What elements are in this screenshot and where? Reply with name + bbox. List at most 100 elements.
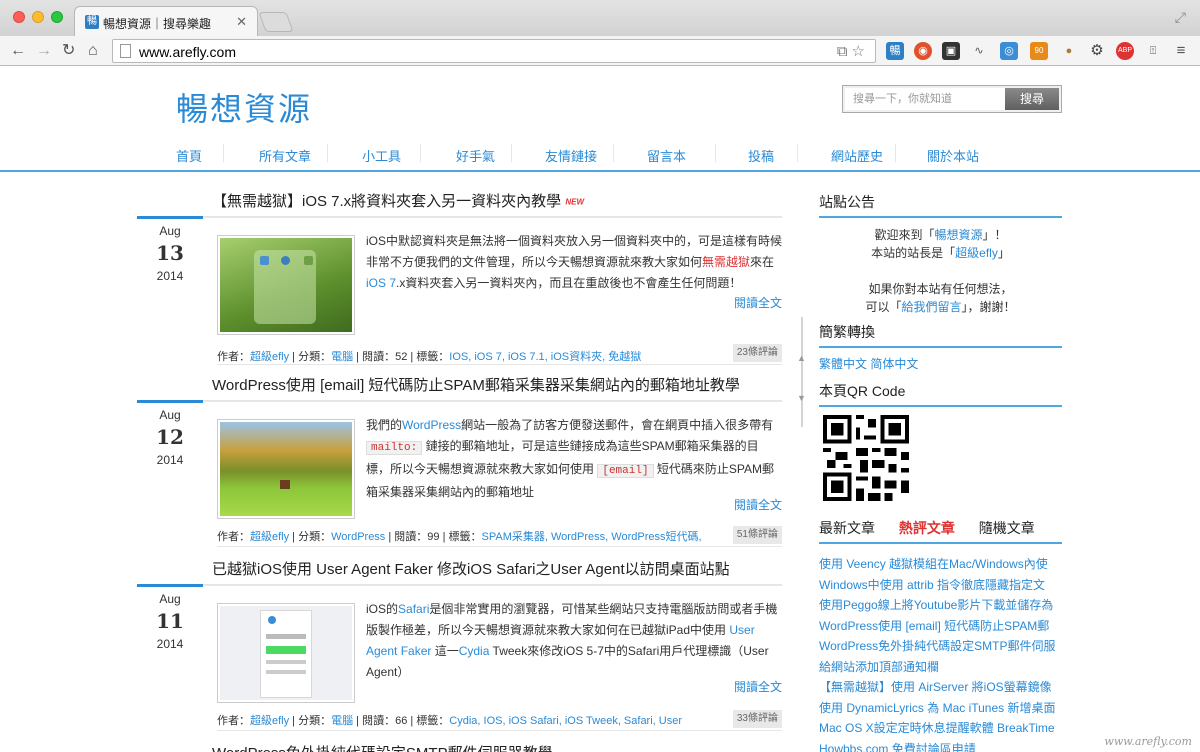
scroll-down-icon[interactable]: ▼: [797, 393, 806, 403]
tags-links[interactable]: IOS, iOS 7, iOS 7.1, iOS資料夾, 免越獄: [449, 351, 641, 363]
post-title[interactable]: 已越獄iOS使用 User Agent Faker 修改iOS Safari之U…: [212, 558, 730, 579]
notice-site-link[interactable]: 暢想資源: [934, 228, 982, 242]
post-title[interactable]: WordPress免外掛純代碼設定SMTP郵件伺服器教學: [212, 742, 553, 752]
comment-count[interactable]: 33條評論: [732, 710, 782, 728]
recent-post-link[interactable]: Howbbs.com 免費討論區申請: [819, 739, 1062, 752]
tag-link[interactable]: iOS 7: [366, 276, 396, 290]
cookie-icon[interactable]: ●: [1060, 42, 1078, 60]
gear-icon[interactable]: ⚙: [1088, 42, 1106, 60]
extension-blue-icon[interactable]: ◎: [1000, 42, 1018, 60]
forward-arrow-icon[interactable]: →: [36, 41, 52, 61]
notice-title: 站點公告: [819, 192, 1062, 218]
recent-post-link[interactable]: 使用Peggo線上將Youtube影片下載並儲存為: [819, 595, 1062, 616]
notice-body: 歡迎來到「暢想資源」！ 本站的站長是「超級efly」 如果你對本站有任何想法， …: [865, 228, 1016, 314]
bookmark-star-icon[interactable]: ☆: [852, 43, 869, 60]
url-text[interactable]: www.arefly.com: [139, 44, 236, 60]
post-thumbnail[interactable]: [217, 603, 355, 703]
download-icon[interactable]: ⍐: [1144, 42, 1162, 60]
back-arrow-icon[interactable]: ←: [10, 41, 26, 61]
post-thumbnail[interactable]: [217, 235, 355, 335]
tag-link[interactable]: WordPress: [402, 418, 461, 432]
author-link[interactable]: 超級efly: [250, 351, 289, 363]
nav-lucky[interactable]: 好手氣: [456, 146, 495, 165]
extension-red-circle-icon[interactable]: ◉: [914, 42, 932, 60]
tag-link[interactable]: 無需越獄: [702, 255, 750, 269]
post-meta: 作者：超級efly | 分類：電腦 | 閱讀：66 | 標籤：Cydia, IO…: [217, 715, 683, 727]
qr-code-image: [823, 415, 909, 501]
comment-count[interactable]: 51條評論: [732, 526, 782, 544]
nav-home[interactable]: 首頁: [176, 146, 202, 165]
recent-post-link[interactable]: 使用 Veency 越獄模組在Mac/Windows內使: [819, 554, 1062, 575]
browser-tabbar: 暢 暢想資源｜搜尋樂趣 ✕ ⤢: [0, 0, 1200, 36]
extension-color-icon[interactable]: ▣: [942, 42, 960, 60]
site-logo[interactable]: 暢想資源: [176, 84, 312, 130]
nav-about[interactable]: 關於本站: [927, 146, 979, 165]
post-title[interactable]: 【無需越獄】iOS 7.x將資料夾套入另一資料夾內教學 NEW: [212, 190, 584, 211]
read-more-link[interactable]: 閱讀全文: [734, 678, 782, 695]
new-tab-button[interactable]: [258, 12, 294, 32]
site-favicon-icon: 暢: [85, 15, 99, 29]
author-link[interactable]: 超級efly: [250, 531, 289, 543]
tag-link[interactable]: Safari: [398, 602, 429, 616]
comment-count[interactable]: 23條評論: [732, 344, 782, 362]
post-title[interactable]: WordPress使用 [email] 短代碼防止SPAM郵箱采集器采集網站內的…: [212, 374, 740, 395]
tab-close-icon[interactable]: ✕: [236, 14, 247, 30]
author-link[interactable]: 超級efly: [250, 715, 289, 727]
reload-icon[interactable]: ↻: [62, 41, 75, 61]
category-link[interactable]: WordPress: [331, 531, 385, 543]
category-link[interactable]: 電腦: [331, 715, 353, 727]
recent-post-link[interactable]: 【無需越獄】使用 AirServer 將iOS螢幕鏡像: [819, 677, 1062, 698]
recent-post-link[interactable]: Windows中使用 attrib 指令徹底隱藏指定文: [819, 575, 1062, 596]
tags-links[interactable]: SPAM采集器, WordPress, WordPress短代碼,: [482, 531, 702, 543]
nav-submit[interactable]: 投稿: [748, 146, 774, 165]
search-button[interactable]: 搜尋: [1005, 88, 1059, 110]
tab-random-posts[interactable]: 隨機文章: [979, 520, 1035, 536]
post-date: Aug 11 2014: [156, 592, 184, 651]
extension-badge: 90: [1034, 46, 1044, 55]
rss-extension-icon[interactable]: 90: [1030, 42, 1048, 60]
read-more-link[interactable]: 閱讀全文: [734, 294, 782, 311]
tab-latest-posts[interactable]: 最新文章: [819, 520, 875, 536]
nav-all-posts[interactable]: 所有文章: [259, 146, 311, 165]
fullscreen-icon[interactable]: ⤢: [1175, 9, 1186, 26]
nav-friend-links[interactable]: 友情鏈接: [545, 146, 597, 165]
close-window-button[interactable]: [13, 11, 25, 23]
address-bar[interactable]: www.arefly.com ⧉☆: [112, 39, 876, 63]
nav-history[interactable]: 網站歷史: [831, 146, 883, 165]
page-icon: [120, 44, 131, 58]
post-title-divider: [137, 584, 782, 587]
post-thumbnail[interactable]: [217, 419, 355, 519]
nav-tools[interactable]: 小工具: [362, 146, 401, 165]
home-icon[interactable]: ⌂: [88, 41, 98, 61]
watermark: www.arefly.com: [1104, 735, 1192, 748]
post-excerpt: 我們的WordPress網站一般為了訪客方便發送郵件，會在網頁中插入很多帶有 ma…: [366, 418, 775, 499]
scroll-control[interactable]: ▲ ▼: [797, 317, 807, 427]
translate-icon[interactable]: ⧉: [837, 43, 852, 60]
tab-hot-posts[interactable]: 熱評文章: [899, 520, 955, 536]
nav-guestbook[interactable]: 留言本: [647, 146, 686, 165]
search-input[interactable]: 搜尋一下，你就知道: [845, 88, 1005, 110]
tag-link[interactable]: Cydia: [459, 644, 490, 658]
recent-post-link[interactable]: Mac OS X設定定時休息提醒軟體 BreakTime: [819, 718, 1062, 739]
recent-post-link[interactable]: WordPress使用 [email] 短代碼防止SPAM郵: [819, 616, 1062, 637]
notice-admin-link[interactable]: 超級efly: [955, 246, 998, 260]
arefly-extension-icon[interactable]: 暢: [886, 42, 904, 60]
read-more-link[interactable]: 閱讀全文: [734, 496, 782, 513]
extension-wave-icon[interactable]: ∿: [970, 42, 988, 60]
simplified-chinese-link[interactable]: 简体中文: [870, 357, 918, 371]
recent-post-link[interactable]: 給網站添加頂部通知欄: [819, 657, 1062, 678]
browser-tab[interactable]: 暢 暢想資源｜搜尋樂趣 ✕: [74, 6, 258, 36]
tags-links[interactable]: Cydia, IOS, iOS Safari, iOS Tweek, Safar…: [449, 715, 682, 727]
recent-post-link[interactable]: 使用 DynamicLyrics 為 Mac iTunes 新增桌面: [819, 698, 1062, 719]
zoom-window-button[interactable]: [51, 11, 63, 23]
menu-icon[interactable]: ≡: [1172, 42, 1190, 60]
traditional-chinese-link[interactable]: 繁體中文: [819, 357, 867, 371]
post-title-divider: [137, 216, 782, 219]
minimize-window-button[interactable]: [32, 11, 44, 23]
sidebar-notice: 站點公告 歡迎來到「暢想資源」！ 本站的站長是「超級efly」 如果你對本站有任…: [819, 192, 1062, 316]
scroll-up-icon[interactable]: ▲: [797, 353, 806, 363]
recent-post-link[interactable]: WordPress免外掛純代碼設定SMTP郵件伺服: [819, 636, 1062, 657]
category-link[interactable]: 電腦: [331, 351, 353, 363]
notice-guestbook-link[interactable]: 給我們留言: [901, 300, 961, 314]
adblock-icon[interactable]: ABP: [1116, 42, 1134, 60]
